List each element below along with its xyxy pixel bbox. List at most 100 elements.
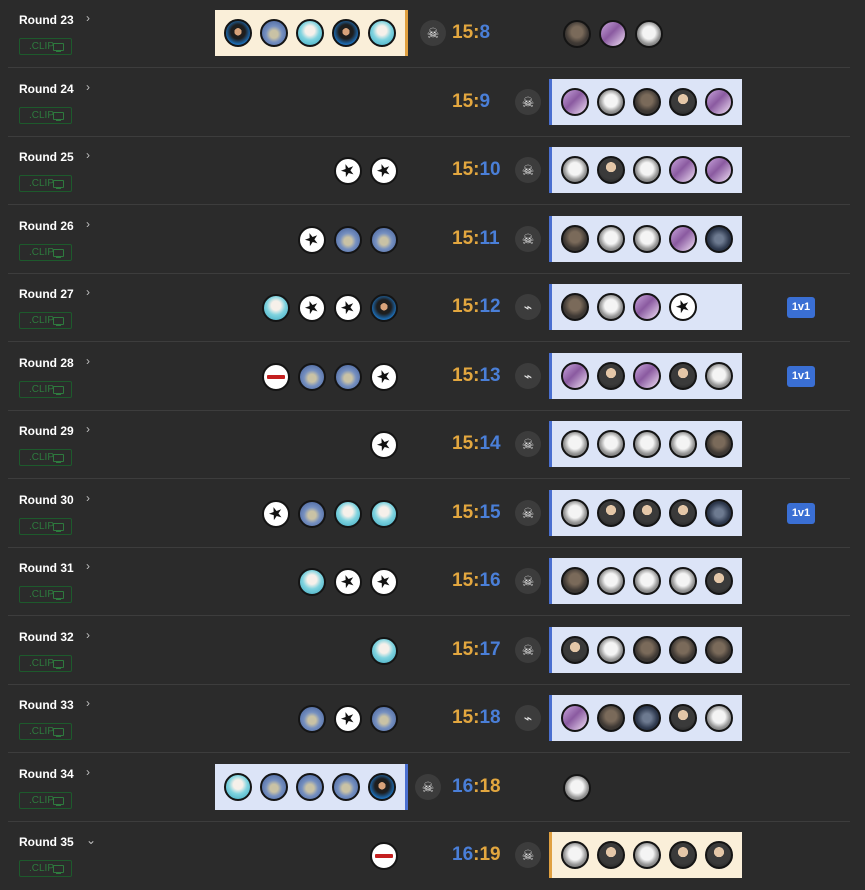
chevron-right-icon[interactable]: ›: [86, 217, 90, 231]
player-avatar[interactable]: [633, 499, 661, 527]
player-avatar[interactable]: [370, 500, 398, 528]
player-avatar[interactable]: [368, 19, 396, 47]
player-avatar[interactable]: [296, 773, 324, 801]
round-row[interactable]: Round 24 › .CLIP ☠ 15:9: [8, 69, 850, 137]
chevron-right-icon[interactable]: ›: [86, 80, 90, 94]
player-avatar[interactable]: [370, 226, 398, 254]
clip-button[interactable]: .CLIP: [19, 107, 72, 124]
player-avatar[interactable]: [332, 773, 360, 801]
chevron-right-icon[interactable]: ›: [86, 696, 90, 710]
player-avatar[interactable]: [561, 156, 589, 184]
player-avatar[interactable]: [561, 362, 589, 390]
round-row[interactable]: Round 29 › .CLIP ☠ 15:14: [8, 411, 850, 479]
player-avatar[interactable]: [597, 362, 625, 390]
player-avatar[interactable]: [669, 225, 697, 253]
player-avatar[interactable]: [599, 20, 627, 48]
player-avatar[interactable]: [370, 431, 398, 459]
round-row[interactable]: Round 31 › .CLIP ☠ 15:16: [8, 548, 850, 616]
player-avatar[interactable]: [370, 363, 398, 391]
player-avatar[interactable]: [561, 293, 589, 321]
player-avatar[interactable]: [705, 156, 733, 184]
player-avatar[interactable]: [669, 362, 697, 390]
player-avatar[interactable]: [633, 841, 661, 869]
player-avatar[interactable]: [298, 363, 326, 391]
clip-button[interactable]: .CLIP: [19, 312, 72, 329]
player-avatar[interactable]: [669, 636, 697, 664]
player-avatar[interactable]: [298, 294, 326, 322]
player-avatar[interactable]: [705, 567, 733, 595]
player-avatar[interactable]: [262, 500, 290, 528]
player-avatar[interactable]: [669, 293, 697, 321]
player-avatar[interactable]: [296, 19, 324, 47]
round-row[interactable]: Round 27 › .CLIP ⌁ 15:12 1v1: [8, 274, 850, 342]
player-avatar[interactable]: [370, 637, 398, 665]
player-avatar[interactable]: [633, 567, 661, 595]
round-row[interactable]: Round 25 › .CLIP ☠ 15:10: [8, 137, 850, 205]
chevron-down-icon[interactable]: ⌄: [86, 833, 96, 847]
player-avatar[interactable]: [669, 430, 697, 458]
player-avatar[interactable]: [561, 88, 589, 116]
chevron-right-icon[interactable]: ›: [86, 765, 90, 779]
chevron-right-icon[interactable]: ›: [86, 148, 90, 162]
player-avatar[interactable]: [563, 774, 591, 802]
player-avatar[interactable]: [332, 19, 360, 47]
player-avatar[interactable]: [334, 705, 362, 733]
player-avatar[interactable]: [597, 430, 625, 458]
player-avatar[interactable]: [262, 294, 290, 322]
round-row[interactable]: Round 23 › .CLIP ☠ 15:8: [8, 0, 850, 68]
player-avatar[interactable]: [633, 225, 661, 253]
round-row[interactable]: Round 33 › .CLIP ⌁ 15:18: [8, 685, 850, 753]
player-avatar[interactable]: [334, 500, 362, 528]
clip-button[interactable]: .CLIP: [19, 38, 72, 55]
player-avatar[interactable]: [370, 705, 398, 733]
round-row[interactable]: Round 26 › .CLIP ☠ 15:11: [8, 206, 850, 274]
player-avatar[interactable]: [224, 19, 252, 47]
player-avatar[interactable]: [597, 225, 625, 253]
chevron-right-icon[interactable]: ›: [86, 11, 90, 25]
clip-button[interactable]: .CLIP: [19, 175, 72, 192]
player-avatar[interactable]: [633, 88, 661, 116]
player-avatar[interactable]: [669, 88, 697, 116]
player-avatar[interactable]: [597, 293, 625, 321]
player-avatar[interactable]: [597, 88, 625, 116]
clip-button[interactable]: .CLIP: [19, 381, 72, 398]
player-avatar[interactable]: [669, 156, 697, 184]
round-row[interactable]: Round 30 › .CLIP ☠ 15:15 1v1: [8, 480, 850, 548]
player-avatar[interactable]: [561, 841, 589, 869]
player-avatar[interactable]: [669, 704, 697, 732]
player-avatar[interactable]: [597, 636, 625, 664]
player-avatar[interactable]: [705, 362, 733, 390]
player-avatar[interactable]: [561, 704, 589, 732]
player-avatar[interactable]: [561, 225, 589, 253]
clip-button[interactable]: .CLIP: [19, 518, 72, 535]
player-avatar[interactable]: [705, 225, 733, 253]
player-avatar[interactable]: [561, 499, 589, 527]
round-row[interactable]: Round 28 › .CLIP ⌁ 15:13 1v1: [8, 343, 850, 411]
player-avatar[interactable]: [298, 226, 326, 254]
player-avatar[interactable]: [597, 567, 625, 595]
clip-button[interactable]: .CLIP: [19, 792, 72, 809]
round-row[interactable]: Round 34 › .CLIP ☠ 16:18: [8, 754, 850, 822]
round-row[interactable]: Round 32 › .CLIP ☠ 15:17: [8, 617, 850, 685]
player-avatar[interactable]: [633, 362, 661, 390]
player-avatar[interactable]: [705, 430, 733, 458]
player-avatar[interactable]: [334, 363, 362, 391]
player-avatar[interactable]: [669, 567, 697, 595]
chevron-right-icon[interactable]: ›: [86, 491, 90, 505]
clip-button[interactable]: .CLIP: [19, 860, 72, 877]
player-avatar[interactable]: [633, 293, 661, 321]
player-avatar[interactable]: [597, 704, 625, 732]
player-avatar[interactable]: [597, 156, 625, 184]
chevron-right-icon[interactable]: ›: [86, 285, 90, 299]
player-avatar[interactable]: [633, 636, 661, 664]
player-avatar[interactable]: [370, 294, 398, 322]
clip-button[interactable]: .CLIP: [19, 655, 72, 672]
player-avatar[interactable]: [334, 294, 362, 322]
player-avatar[interactable]: [597, 841, 625, 869]
player-avatar[interactable]: [597, 499, 625, 527]
player-avatar[interactable]: [669, 841, 697, 869]
clip-button[interactable]: .CLIP: [19, 449, 72, 466]
player-avatar[interactable]: [705, 499, 733, 527]
player-avatar[interactable]: [298, 568, 326, 596]
round-row[interactable]: Round 35 ⌄ .CLIP ☠ 16:19: [8, 822, 850, 890]
